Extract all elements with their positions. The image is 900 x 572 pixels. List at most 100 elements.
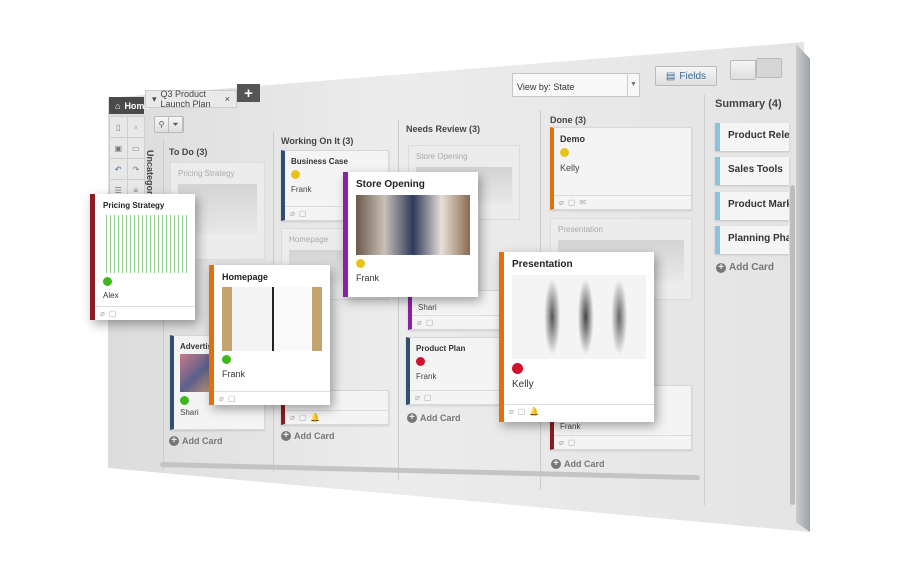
comment-icon[interactable]: ▢ — [426, 318, 434, 327]
fields-button[interactable]: ▤ Fields — [655, 66, 717, 86]
attachment-icon[interactable]: ⌀ — [559, 198, 564, 207]
tab-home[interactable]: ⌂ Home — [109, 97, 149, 114]
card-title: Store Opening — [356, 179, 425, 190]
comment-icon[interactable]: ▢ — [299, 413, 307, 422]
filter-icon[interactable]: ⏷ — [169, 117, 183, 132]
status-dot — [356, 259, 365, 268]
plus-icon: + — [716, 262, 726, 273]
filter-toolbar: ⚲ ⏷ — [154, 116, 184, 133]
plus-icon: + — [169, 436, 179, 446]
plus-icon: + — [407, 413, 417, 423]
attachment-icon[interactable]: ⌀ — [417, 318, 422, 327]
status-dot — [180, 396, 189, 405]
add-card-label: Add Card — [182, 436, 223, 446]
comment-icon[interactable]: ▢ — [228, 394, 236, 403]
website-thumbnail — [222, 287, 322, 351]
tab-document[interactable]: ▾ Q3 Product Launch Plan × — [145, 89, 237, 109]
tab-document-label: Q3 Product Launch Plan — [160, 89, 211, 109]
card-title: Pricing Strategy — [103, 201, 165, 210]
ghost-card-title: Presentation — [558, 225, 603, 234]
status-dot — [103, 277, 112, 286]
full-view-button[interactable] — [756, 58, 782, 78]
add-card-todo[interactable]: + Add Card — [169, 436, 223, 446]
new-icon[interactable]: ▯ — [110, 117, 127, 137]
attachment-icon[interactable]: ⌀ — [100, 309, 105, 318]
floating-card-pricing[interactable]: Pricing Strategy Alex ⌀ ▢ — [90, 194, 195, 320]
attachment-icon[interactable]: ⌀ — [290, 413, 295, 422]
add-card-label: Add Card — [729, 262, 774, 273]
summary-item[interactable]: Planning Phase — [715, 226, 789, 254]
tab-menu-icon[interactable]: ▾ — [152, 94, 157, 105]
store-photo — [356, 195, 470, 255]
card-owner: Kelly — [560, 163, 580, 173]
card-title: Homepage — [222, 272, 269, 282]
attachment-icon[interactable]: ⌀ — [415, 393, 420, 402]
add-card-label: Add Card — [420, 413, 461, 423]
floating-card-presentation[interactable]: Presentation Kelly ⌀ ▢ 🔔 — [499, 252, 654, 422]
undo-icon[interactable]: ↶ — [110, 159, 127, 179]
floating-card-store[interactable]: Store Opening Frank — [343, 172, 478, 297]
status-dot — [416, 357, 425, 366]
attachment-icon[interactable]: ⌀ — [290, 209, 295, 218]
add-card-done[interactable]: + Add Card — [551, 459, 605, 469]
chart-thumbnail — [103, 215, 187, 273]
card-owner: Frank — [560, 422, 581, 431]
print-icon[interactable]: ▭ — [127, 138, 144, 158]
attachment-icon[interactable]: ⌀ — [559, 438, 564, 447]
home-icon: ⌂ — [115, 100, 121, 111]
add-tab-button[interactable]: + — [237, 84, 260, 102]
card-title: Presentation — [512, 259, 573, 270]
left-toolbar: ▯ ▫ ▣ ▭ ↶ ↷ ☰ ≡ — [109, 116, 145, 201]
chevron-down-icon: ▼ — [627, 74, 639, 96]
add-card-working[interactable]: + Add Card — [281, 431, 335, 441]
card-owner: Kelly — [512, 379, 534, 390]
comment-icon[interactable]: ▢ — [568, 438, 576, 447]
card-owner: Shari — [180, 408, 199, 417]
redo-icon[interactable]: ↷ — [127, 159, 144, 179]
board-window-edge — [796, 44, 810, 532]
fields-label: Fields — [679, 70, 707, 82]
column-header-done: Done (3) — [550, 115, 586, 125]
pin-icon[interactable]: ⚲ — [155, 117, 169, 132]
status-dot — [222, 355, 231, 364]
card-view-button[interactable] — [730, 60, 756, 80]
column-header-working: Working On It (3) — [281, 136, 354, 146]
bell-icon[interactable]: 🔔 — [310, 413, 320, 422]
view-by-select[interactable]: View by: State ▼ — [512, 73, 640, 97]
card-title: Demo — [560, 134, 586, 144]
add-card-review[interactable]: + Add Card — [407, 413, 461, 423]
column-divider — [704, 95, 705, 505]
vertical-scrollbar[interactable] — [790, 185, 795, 505]
add-card-label: Add Card — [294, 431, 335, 441]
fields-icon: ▤ — [665, 70, 676, 82]
plus-icon: + — [551, 459, 561, 469]
card-owner: Frank — [222, 369, 246, 379]
summary-item[interactable]: Product Release — [715, 123, 789, 151]
card-demo[interactable]: Demo Kelly ⌀ ▢ ✉ — [550, 127, 692, 210]
add-card-label: Add Card — [564, 459, 605, 469]
ghost-card-title: Homepage — [289, 235, 329, 244]
status-dot — [291, 170, 300, 179]
close-icon[interactable]: × — [225, 94, 230, 104]
column-header-review: Needs Review (3) — [406, 124, 481, 134]
image-icon[interactable]: ▣ — [110, 138, 127, 158]
comment-icon[interactable]: ▢ — [518, 407, 526, 420]
floating-card-homepage[interactable]: Homepage Frank ⌀ ▢ — [209, 265, 330, 405]
attachment-icon[interactable]: ⌀ — [509, 407, 514, 420]
save-icon[interactable]: ▫ — [127, 117, 144, 137]
add-card-summary[interactable]: + Add Card — [716, 262, 774, 273]
card-owner: Frank — [356, 273, 380, 283]
view-by-value: View by: State — [517, 82, 575, 92]
column-header-todo: To Do (3) — [169, 147, 208, 157]
comment-icon[interactable]: ▢ — [568, 198, 576, 207]
comment-icon[interactable]: ▢ — [424, 393, 432, 402]
summary-item[interactable]: Sales Tools — [715, 157, 789, 185]
bell-icon[interactable]: 🔔 — [529, 407, 539, 420]
plus-icon: + — [281, 431, 291, 441]
comment-icon[interactable]: ▢ — [109, 309, 117, 318]
summary-item[interactable]: Product Marketing — [715, 192, 789, 220]
comment-icon[interactable]: ▢ — [299, 209, 307, 218]
notification-icon[interactable]: ✉ — [579, 198, 586, 207]
attachment-icon[interactable]: ⌀ — [219, 394, 224, 403]
ghost-card-title: Store Opening — [416, 152, 468, 161]
